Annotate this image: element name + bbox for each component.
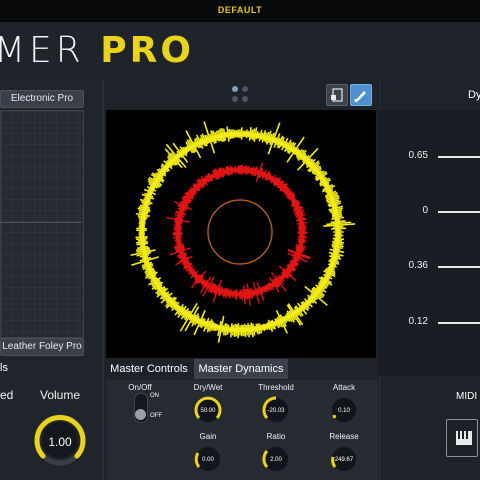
- circular-visualizer: [106, 110, 376, 358]
- midi-label: MIDI: [456, 391, 478, 402]
- volume-label: Volume: [40, 388, 81, 402]
- onoff-toggle-knob[interactable]: [135, 409, 146, 420]
- logo-accent: PRO: [100, 30, 194, 71]
- speed-label: ed: [0, 388, 14, 402]
- piano-keys-icon: [456, 431, 472, 445]
- page-dots[interactable]: [230, 84, 250, 104]
- app-logo: MER PRO: [0, 30, 194, 71]
- preset-selector-bottom[interactable]: Leather Foley Pro: [0, 338, 84, 356]
- level-label: 0.12: [408, 316, 428, 327]
- attack-value: 0.10: [338, 408, 350, 414]
- page-dot[interactable]: [242, 86, 248, 92]
- page-dot[interactable]: [242, 96, 248, 102]
- page-dot[interactable]: [232, 96, 238, 102]
- level-label: 0.36: [408, 260, 428, 271]
- view-button-edit[interactable]: [350, 84, 372, 106]
- ratio-label: Ratio: [266, 432, 286, 441]
- tab-controls-left[interactable]: ls: [0, 362, 8, 374]
- gain-label: Gain: [199, 432, 217, 441]
- logo-main: MER: [0, 30, 85, 71]
- drywet-value: 50.00: [200, 408, 216, 414]
- tab-master-dynamics[interactable]: Master Dynamics: [194, 359, 288, 379]
- threshold-label: Threshold: [258, 383, 294, 392]
- lock-icon: [331, 88, 343, 102]
- preset-selector-top[interactable]: Electronic Pro: [0, 90, 84, 108]
- gain-value: 0.00: [202, 457, 214, 463]
- release-value: 249.67: [334, 457, 354, 463]
- right-panel-title: Dy: [468, 89, 480, 101]
- drywet-label: Dry/Wet: [193, 383, 223, 392]
- preset-name[interactable]: DEFAULT: [0, 5, 480, 15]
- attack-label: Attack: [332, 383, 356, 392]
- toggle-on-label: ON: [150, 393, 159, 399]
- release-label: Release: [329, 432, 359, 441]
- level-line[interactable]: [438, 211, 480, 213]
- page-dot[interactable]: [232, 86, 238, 92]
- level-label: 0: [422, 205, 428, 216]
- level-meter: [379, 110, 480, 376]
- midi-keyboard-button[interactable]: [446, 419, 478, 457]
- brush-icon: [354, 91, 366, 103]
- volume-value: 1.00: [48, 435, 72, 449]
- ratio-value: 2.00: [270, 457, 282, 463]
- view-button-lock[interactable]: [326, 84, 348, 106]
- xy-pad[interactable]: [0, 110, 84, 338]
- level-line[interactable]: [438, 322, 480, 324]
- level-label: 0.65: [408, 150, 428, 161]
- onoff-label: On/Off: [128, 383, 152, 392]
- level-line[interactable]: [438, 156, 480, 158]
- level-line[interactable]: [438, 266, 480, 268]
- tab-master-controls[interactable]: Master Controls: [107, 359, 191, 379]
- threshold-value: -20.03: [267, 408, 285, 414]
- xy-pad-centerline: [0, 222, 82, 223]
- toggle-off-label: OFF: [150, 413, 162, 419]
